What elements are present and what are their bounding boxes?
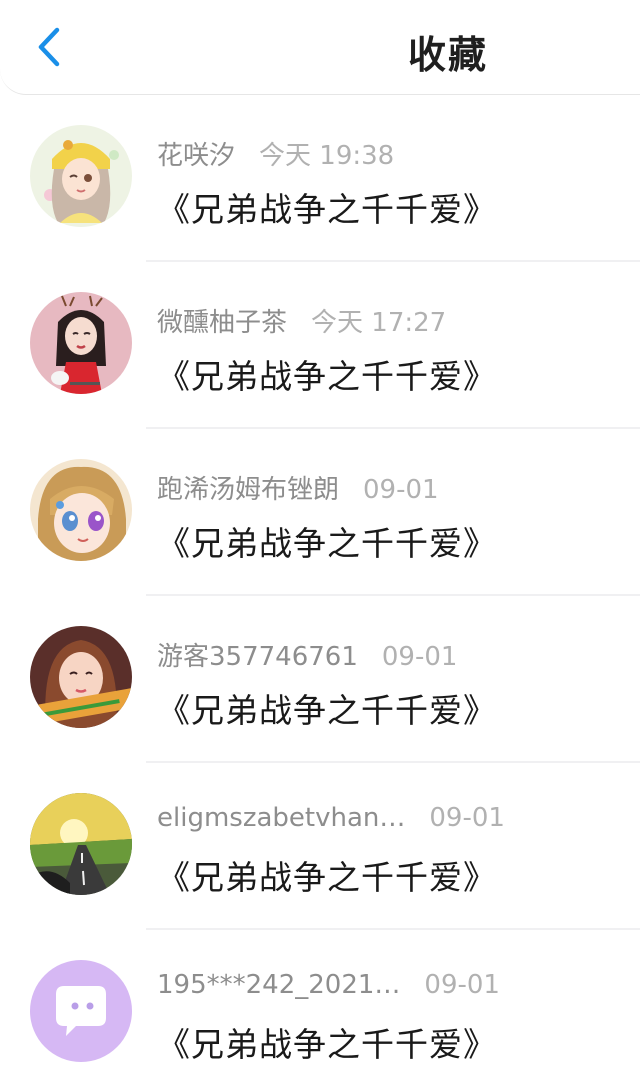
avatar[interactable] [30, 960, 132, 1062]
list-item[interactable]: 跑浠汤姆布锉朗 09-01 《兄弟战争之千千爱》 [0, 429, 640, 596]
avatar-girl-photo [30, 626, 132, 728]
timestamp: 09-01 [363, 475, 439, 505]
avatar-anime-girl-blue-eyes [30, 459, 132, 561]
book-title[interactable]: 《兄弟战争之千千爱》 [157, 1018, 497, 1066]
book-title[interactable]: 《兄弟战争之千千爱》 [157, 851, 497, 899]
username[interactable]: 跑浠汤姆布锉朗 [157, 475, 339, 505]
username[interactable]: eligmszabetvhan… [157, 803, 405, 833]
book-title[interactable]: 《兄弟战争之千千爱》 [157, 350, 497, 398]
chat-bubble-icon [30, 960, 132, 1062]
favorites-list: 花咲汐 今天 19:38 《兄弟战争之千千爱》 微醺柚子茶 今天 17:27 《… [0, 95, 640, 1072]
list-item[interactable]: 微醺柚子茶 今天 17:27 《兄弟战争之千千爱》 [0, 262, 640, 429]
list-item[interactable]: 195***242_2021… 09-01 《兄弟战争之千千爱》 [0, 930, 640, 1072]
avatar[interactable] [30, 793, 132, 895]
book-title[interactable]: 《兄弟战争之千千爱》 [157, 517, 497, 565]
book-title[interactable]: 《兄弟战争之千千爱》 [157, 183, 497, 231]
timestamp: 09-01 [429, 803, 505, 833]
username[interactable]: 游客357746761 [157, 642, 358, 672]
page-title: 收藏 [407, 33, 488, 77]
timestamp: 09-01 [381, 642, 458, 672]
favorites-screen: 收藏 花咲汐 今天 19:38 《兄弟战争之千千爱》 微醺柚子茶 今天 17:2… [0, 0, 640, 1072]
avatar[interactable] [30, 459, 132, 561]
avatar[interactable] [30, 292, 132, 394]
avatar-girl-red-dress [30, 292, 132, 394]
avatar[interactable] [30, 125, 132, 227]
item-meta: 游客357746761 09-01 [157, 636, 457, 672]
timestamp: 09-01 [424, 970, 500, 1000]
item-meta: 195***242_2021… 09-01 [157, 970, 500, 1006]
list-item[interactable]: 花咲汐 今天 19:38 《兄弟战争之千千爱》 [0, 95, 640, 262]
avatar[interactable] [30, 626, 132, 728]
item-meta: eligmszabetvhan… 09-01 [157, 803, 505, 839]
list-item[interactable]: eligmszabetvhan… 09-01 《兄弟战争之千千爱》 [0, 763, 640, 930]
avatar-anime-girl-yellow-hat [30, 125, 132, 227]
username[interactable]: 花咲汐 [157, 141, 235, 171]
book-title[interactable]: 《兄弟战争之千千爱》 [157, 684, 497, 732]
item-meta: 微醺柚子茶 今天 17:27 [157, 302, 446, 338]
username[interactable]: 微醺柚子茶 [157, 308, 287, 338]
list-item[interactable]: 游客357746761 09-01 《兄弟战争之千千爱》 [0, 596, 640, 763]
avatar-road-sunset [30, 793, 132, 895]
top-bar: 收藏 [0, 0, 640, 95]
item-meta: 花咲汐 今天 19:38 [157, 135, 394, 171]
username[interactable]: 195***242_2021… [157, 970, 400, 1000]
timestamp: 今天 17:27 [311, 308, 447, 338]
item-meta: 跑浠汤姆布锉朗 09-01 [157, 469, 439, 505]
timestamp: 今天 19:38 [259, 141, 395, 171]
